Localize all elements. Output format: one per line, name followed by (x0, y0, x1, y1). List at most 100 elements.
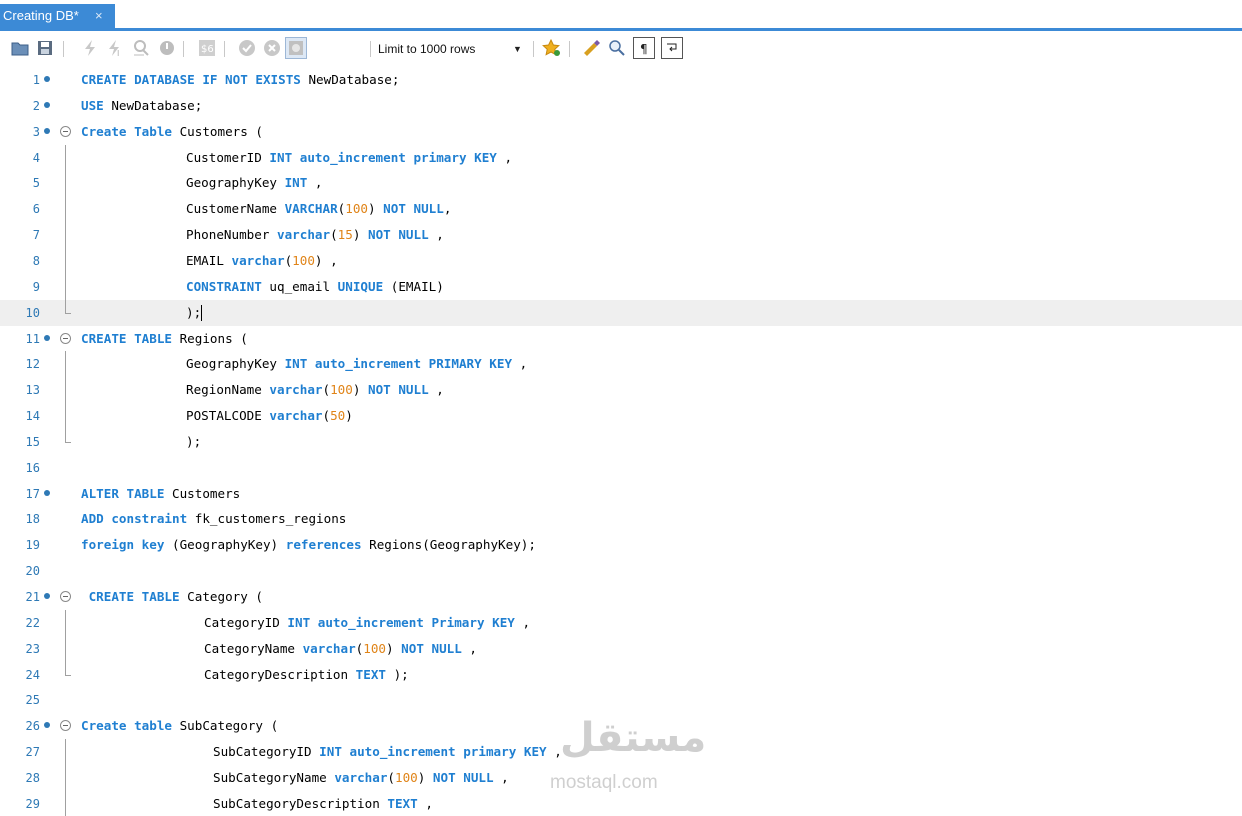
line-number: 19 (25, 538, 40, 553)
code-line[interactable]: 4 CustomerID INT auto_increment primary K… (0, 144, 1242, 171)
code-text: Create Table Customers ( (81, 119, 263, 145)
sql-text: ) (386, 640, 402, 656)
code-line[interactable]: 25 (0, 687, 1242, 713)
code-line[interactable]: 9 CONSTRAINT uq_email UNIQUE (EMAIL) (0, 273, 1242, 300)
sql-text: Customers ( (172, 123, 263, 139)
code-line[interactable]: 18 ADD constraint fk_customers_regions (0, 506, 1242, 532)
code-text: SubCategoryName varchar(100) NOT NULL , (213, 765, 509, 791)
tab-creating-db[interactable]: Creating DB* × (0, 4, 115, 28)
sql-keyword: ALTER TABLE (81, 485, 165, 501)
sql-text: , (443, 201, 452, 217)
sql-keyword: CREATE TABLE (88, 589, 180, 604)
beautify-icon[interactable] (580, 37, 602, 59)
code-line[interactable]: 13 RegionName varchar(100) NOT NULL , (0, 377, 1242, 404)
close-tab-icon[interactable]: × (95, 4, 103, 28)
toolbar-separator (370, 41, 371, 57)
chevron-down-icon[interactable]: ▼ (513, 40, 522, 58)
line-number: 17 (25, 486, 40, 501)
rollback-icon[interactable] (261, 37, 283, 59)
code-line[interactable]: 6 CustomerName VARCHAR(100) NOT NULL, (0, 196, 1242, 223)
line-number: 14 (25, 409, 40, 424)
sql-text: uq_email (261, 278, 338, 294)
save-icon[interactable] (34, 37, 56, 59)
sql-keyword: foreign key (81, 537, 165, 553)
fold-toggle-icon[interactable] (60, 591, 71, 602)
sql-text: NewDatabase; (103, 97, 203, 113)
code-line[interactable]: 24 CategoryDescription TEXT ); (0, 661, 1242, 688)
line-number: 26 (25, 719, 40, 734)
statement-marker-icon (44, 593, 50, 599)
code-line[interactable]: 14 POSTALCODE varchar(50) (0, 403, 1242, 430)
find-icon[interactable] (606, 37, 628, 59)
code-line[interactable]: 16 (0, 455, 1242, 481)
watermark-latin: mostaql.com (550, 772, 658, 793)
wrap-lines-icon[interactable] (661, 37, 683, 59)
fold-guide (65, 790, 66, 816)
code-line[interactable]: 22 CategoryID INT auto_increment Primary … (0, 609, 1242, 636)
code-line[interactable]: 12 GeographyKey INT auto_increment PRIMAR… (0, 351, 1242, 378)
sql-text: SubCategoryID (213, 744, 320, 760)
fold-toggle-icon[interactable] (60, 125, 71, 137)
sql-number: 100 (395, 769, 418, 785)
invisible-chars-icon[interactable]: ¶ (633, 37, 655, 59)
fold-toggle-icon[interactable] (60, 332, 71, 344)
explain-icon[interactable] (130, 37, 152, 59)
code-line[interactable]: 17 ALTER TABLE Customers (0, 481, 1242, 507)
sql-text: SubCategory ( (172, 718, 279, 734)
code-line[interactable]: 7 PhoneNumber varchar(15) NOT NULL , (0, 222, 1242, 249)
toolbar-separator (63, 41, 64, 57)
code-line[interactable]: 19 foreign key (GeographyKey) references … (0, 532, 1242, 558)
fold-toggle-icon[interactable] (60, 720, 71, 732)
sql-keyword: UNIQUE (337, 278, 384, 294)
fold-guide (65, 635, 66, 662)
execute-current-icon[interactable]: I (104, 37, 126, 59)
code-line[interactable]: 1 CREATE DATABASE IF NOT EXISTS NewDataba… (0, 67, 1242, 93)
toggle-output-icon[interactable]: $6 (196, 37, 218, 59)
code-line[interactable]: 20 (0, 558, 1242, 584)
line-number: 7 (32, 228, 40, 243)
sql-text: SubCategoryDescription (213, 795, 388, 811)
code-line[interactable]: 11 CREATE TABLE Regions ( (0, 326, 1242, 352)
code-line[interactable]: 15); (0, 428, 1242, 455)
sql-keyword: INT auto_increment Primary KEY (287, 614, 515, 630)
line-number: 10 (25, 305, 40, 320)
sql-text: ) (417, 769, 433, 785)
open-folder-icon[interactable] (9, 37, 31, 59)
sql-text: ); (186, 304, 202, 320)
code-line[interactable]: 3 Create Table Customers ( (0, 119, 1242, 145)
toolbar-separator (533, 41, 534, 57)
execute-icon[interactable] (79, 37, 101, 59)
fold-guide (65, 739, 66, 766)
code-line[interactable]: 5 GeographyKey INT , (0, 170, 1242, 197)
code-line[interactable]: 8 EMAIL varchar(100) , (0, 247, 1242, 274)
fold-guide (65, 170, 66, 197)
sql-text: CategoryDescription (204, 666, 356, 682)
sql-number: 15 (337, 227, 353, 243)
limit-rows-select[interactable]: Limit to 1000 rows (378, 40, 498, 58)
fold-guide (65, 764, 66, 791)
code-line[interactable]: 10); (0, 299, 1242, 326)
stop-icon[interactable] (156, 37, 178, 59)
sql-keyword: Create Table (81, 123, 172, 139)
code-text: ); (186, 429, 201, 455)
sql-text: (GeographyKey) (164, 537, 286, 553)
code-line[interactable]: 23 CategoryName varchar(100) NOT NULL , (0, 635, 1242, 662)
code-text: EMAIL varchar(100) , (186, 248, 338, 274)
sql-text: RegionName (186, 382, 270, 398)
line-number: 16 (25, 460, 40, 475)
code-text: USE NewDatabase; (81, 93, 202, 119)
sql-text: ( (387, 769, 395, 785)
sql-keyword: varchar (277, 227, 331, 243)
code-line[interactable]: 2 USE NewDatabase; (0, 93, 1242, 119)
bookmark-star-icon[interactable] (541, 37, 563, 59)
code-line[interactable]: 21 CREATE TABLE Category ( (0, 584, 1242, 610)
sql-text: Regions(GeographyKey); (361, 537, 536, 553)
fold-guide-end (65, 661, 71, 676)
code-text: foreign key (GeographyKey) references Re… (81, 532, 536, 558)
text-caret (201, 305, 203, 322)
sql-editor[interactable]: 1 CREATE DATABASE IF NOT EXISTS NewDataba… (0, 67, 1242, 816)
code-text: ADD constraint fk_customers_regions (81, 506, 346, 532)
autocommit-icon[interactable] (285, 37, 307, 59)
line-number: 12 (25, 357, 40, 372)
commit-icon[interactable] (236, 37, 258, 59)
